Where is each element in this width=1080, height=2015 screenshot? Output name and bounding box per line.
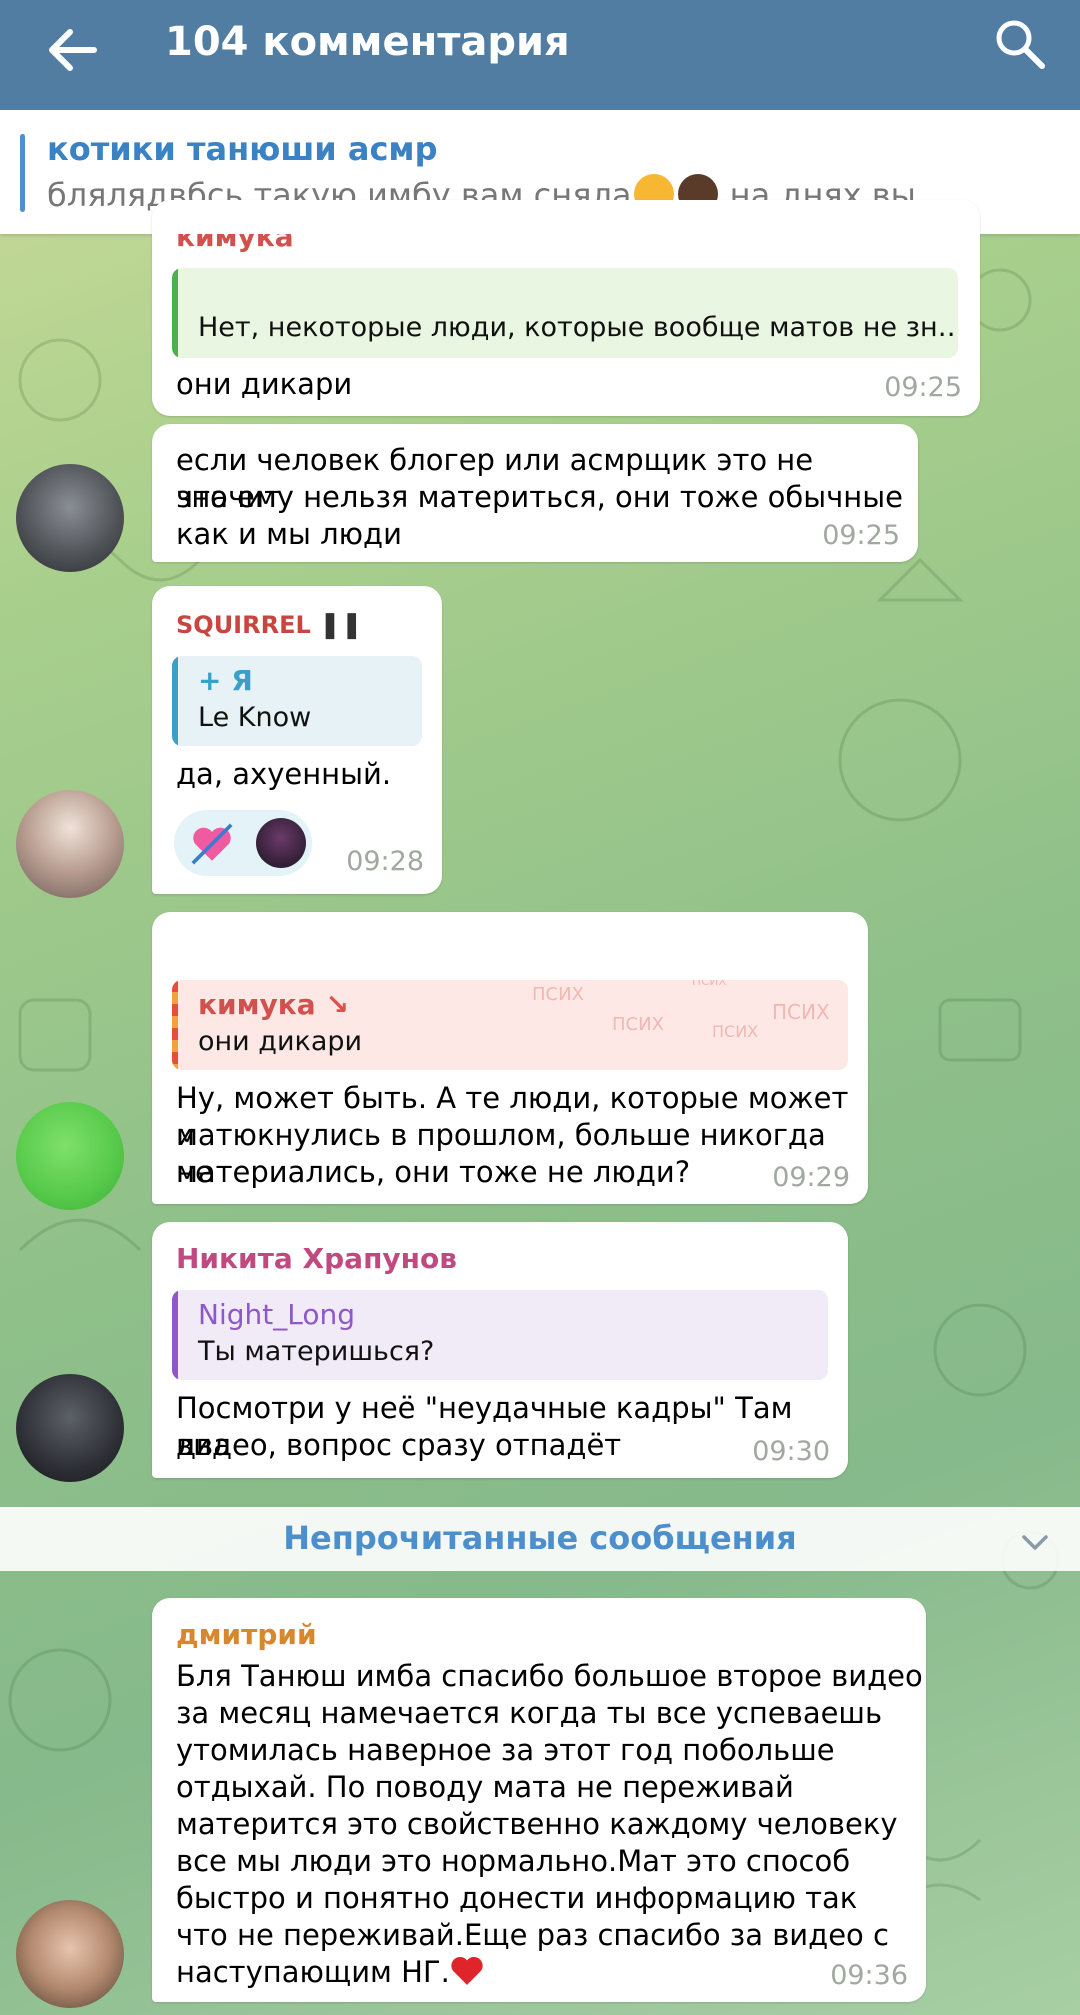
reaction-pill[interactable] — [174, 810, 312, 876]
message-line: видео, вопрос сразу отпадёт — [176, 1428, 622, 1462]
message-time: 09:36 — [830, 1960, 908, 1991]
reply-bar — [172, 1290, 178, 1380]
avatar[interactable] — [16, 790, 124, 898]
back-arrow-icon[interactable] — [40, 18, 104, 82]
pinned-channel-name: котики танюши асмр — [47, 130, 438, 168]
reply-quote[interactable]: ПСИХ ПСИХ ПСИХ ПСИХ ПСИХ кимука ↘ они ди… — [172, 980, 848, 1070]
reply-quote[interactable]: Night_Long Ты материшься? — [172, 1290, 828, 1380]
paw-prints-icon: ❚❚ — [319, 610, 363, 640]
reply-quote[interactable]: + Я Le Know — [172, 656, 422, 746]
message-text: да, ахуенный. — [176, 757, 392, 791]
scythe-icon: ↘ — [325, 988, 349, 1021]
reply-sender-name: кимука — [198, 988, 316, 1021]
message-line: за месяц намечается когда ты все успевае… — [176, 1696, 883, 1730]
reply-sender: кимука ↘ — [198, 988, 349, 1021]
reply-watermark: ПСИХ — [712, 1022, 759, 1041]
message-line: наступающим НГ. — [176, 1955, 450, 1989]
avatar[interactable] — [16, 1102, 124, 1210]
message-bubble[interactable]: SQUIRREL ❚❚ + Я Le Know да, ахуенный. 09… — [152, 586, 442, 894]
reply-text: Ты материшься? — [198, 1336, 435, 1367]
message-line: все мы люди это нормально.Мат это способ — [176, 1844, 851, 1878]
app-bar: 104 комментария — [0, 0, 1080, 110]
message-sender: SQUIRREL ❚❚ — [176, 610, 363, 640]
reply-text: Нет, некоторые люди, которые вообще мато… — [198, 312, 958, 343]
reactor-avatar — [256, 818, 306, 868]
message-line: Бля Танюш имба спасибо большое второе ви… — [176, 1659, 923, 1693]
message-line: утомилась наверное за этот год побольше — [176, 1733, 835, 1767]
message-time: 09:25 — [822, 520, 900, 551]
reply-text: Le Know — [198, 702, 312, 733]
message-time: 09:25 — [884, 372, 962, 403]
reply-bar — [172, 268, 178, 358]
reply-bar — [172, 980, 178, 1070]
reply-sender: + Я — [198, 664, 253, 697]
message-text: они дикари — [176, 367, 353, 401]
message-time: 09:30 — [752, 1436, 830, 1467]
heart-arrow-reaction-icon — [191, 823, 233, 865]
message-line: материались, они тоже не люди? — [176, 1155, 691, 1189]
reply-watermark: ПСИХ — [532, 984, 584, 1005]
message-line: матерится это свойственно каждому челове… — [176, 1807, 898, 1841]
red-heart-emoji-icon — [451, 1956, 483, 1985]
message-line: как и мы люди — [176, 517, 402, 551]
search-icon[interactable] — [990, 14, 1050, 74]
reply-watermark: ПСИХ — [772, 1000, 830, 1024]
message-bubble[interactable]: если человек блогер или асмрщик это не з… — [152, 424, 918, 562]
message-bubble[interactable]: дмитрий Бля Танюш имба спасибо большое в… — [152, 1598, 926, 2002]
unread-label: Непрочитанные сообщения — [283, 1519, 797, 1557]
avatar[interactable] — [16, 464, 124, 572]
message-time: 09:28 — [346, 846, 424, 877]
message-line-last: наступающим НГ. — [176, 1954, 484, 1991]
message-line: быстро и понятно донести информацию так — [176, 1881, 858, 1915]
page-title: 104 комментария — [165, 19, 570, 65]
pinned-accent-bar — [20, 134, 25, 212]
message-sender[interactable]: дмитрий — [176, 1618, 317, 1651]
reply-watermark: ПСИХ — [612, 1014, 664, 1035]
reply-quote[interactable]: Нет, некоторые люди, которые вообще мато… — [172, 268, 958, 358]
message-bubble[interactable]: Никита Храпунов Night_Long Ты материшься… — [152, 1222, 848, 1478]
message-line: что ему нельзя материться, они тоже обыч… — [176, 480, 903, 514]
reply-sender: Night_Long — [198, 1298, 355, 1331]
message-time: 09:29 — [772, 1162, 850, 1193]
message-sender[interactable]: Никита Храпунов — [176, 1242, 457, 1275]
message-line: отдыхай. По поводу мата не переживай — [176, 1770, 794, 1804]
avatar[interactable] — [16, 1900, 124, 2008]
chevron-down-icon[interactable] — [1020, 1527, 1050, 1557]
message-line: что не переживай.Еще раз спасибо за виде… — [176, 1918, 889, 1952]
avatar[interactable] — [16, 1374, 124, 1482]
reply-watermark: ПСИХ — [692, 980, 727, 988]
reply-bar — [172, 656, 178, 746]
sender-name: SQUIRREL — [176, 611, 311, 639]
reply-text: они дикари — [198, 1026, 363, 1057]
unread-messages-divider: Непрочитанные сообщения — [0, 1507, 1080, 1571]
message-bubble[interactable]: ПСИХ ПСИХ ПСИХ ПСИХ ПСИХ кимука ↘ они ди… — [152, 912, 868, 1204]
message-bubble[interactable]: Нет, некоторые люди, которые вообще мато… — [152, 200, 980, 416]
